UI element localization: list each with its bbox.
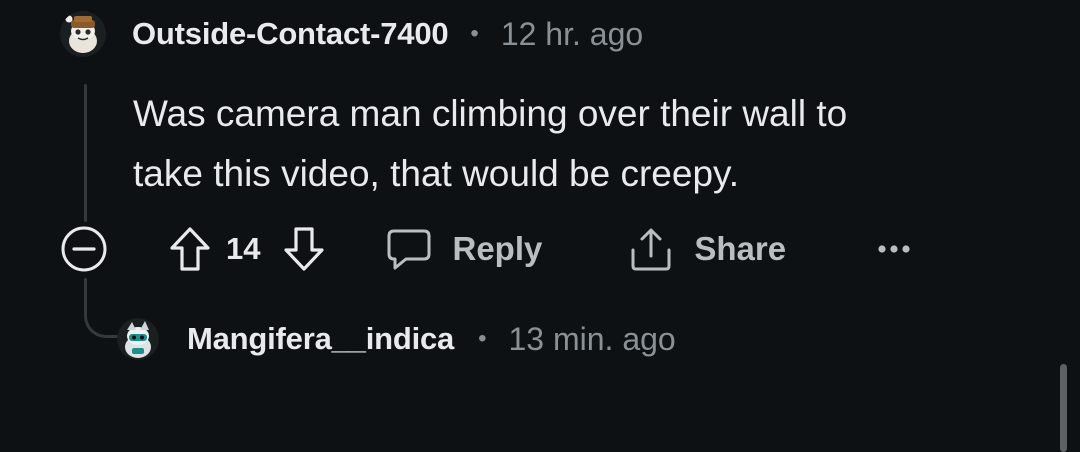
speech-bubble-icon [387, 229, 431, 270]
comment-thread: Outside-Contact-7400 • 12 hr. ago Was ca… [0, 0, 1080, 452]
comment-body-line: take this video, that would be creepy. [133, 153, 740, 194]
scrollbar[interactable] [1060, 364, 1067, 452]
comment-header: Outside-Contact-7400 • 12 hr. ago [60, 8, 643, 60]
vote-score: 14 [226, 231, 261, 266]
comment-body-line: Was camera man climbing over their wall … [133, 93, 848, 134]
snoo-avatar-icon[interactable] [60, 11, 106, 57]
share-button[interactable]: Share [628, 226, 786, 272]
share-icon [631, 228, 671, 271]
ellipsis-icon [878, 245, 910, 253]
arrow-up-icon [170, 227, 210, 271]
vote-group: 14 [168, 226, 326, 272]
thread-line[interactable] [84, 84, 87, 222]
share-label: Share [694, 230, 787, 267]
minus-circle-icon [61, 226, 107, 272]
reply-timestamp: 13 min. ago [508, 320, 676, 357]
comment-body: Was camera man climbing over their wall … [133, 84, 1033, 204]
arrow-down-icon [284, 227, 325, 271]
reply-label: Reply [452, 230, 543, 267]
separator-dot: • [470, 20, 479, 47]
snoo-avatar-icon[interactable] [117, 318, 159, 360]
separator-dot: • [478, 325, 487, 352]
collapse-button[interactable] [60, 225, 108, 273]
thread-connector [84, 300, 120, 338]
reply-header: Mangifera__indica • 13 min. ago [117, 314, 676, 364]
downvote-button[interactable] [282, 226, 326, 272]
comment-author[interactable]: Outside-Contact-7400 [132, 16, 449, 52]
comment-actions: 14 Reply Share [60, 222, 914, 276]
reply-button[interactable]: Reply [386, 227, 542, 271]
reply-author[interactable]: Mangifera__indica [187, 321, 454, 357]
more-options-button[interactable] [874, 234, 914, 264]
comment-timestamp: 12 hr. ago [500, 15, 644, 52]
upvote-button[interactable] [168, 226, 212, 272]
